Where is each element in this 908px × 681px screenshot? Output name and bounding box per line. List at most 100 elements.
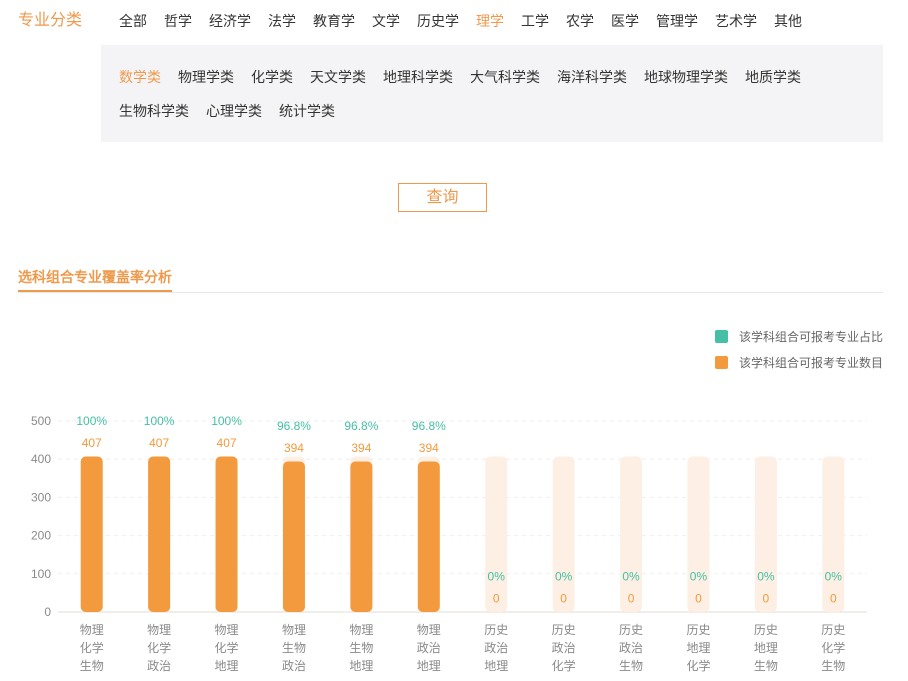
category-tab[interactable]: 农学 xyxy=(566,11,594,31)
x-tick-label: 物理 xyxy=(349,623,373,637)
x-tick-label: 物理 xyxy=(80,623,104,637)
bar-value-label: 407 xyxy=(149,436,169,450)
bar-percent-label: 100% xyxy=(76,414,107,428)
bar-value-label: 407 xyxy=(82,436,102,450)
section-title-underline xyxy=(18,290,172,292)
query-button[interactable]: 查询 xyxy=(398,183,487,212)
x-tick-label: 政治 xyxy=(552,641,576,655)
x-tick-label: 化学 xyxy=(552,658,576,673)
x-tick-label: 化学 xyxy=(215,640,239,655)
x-tick-label: 政治 xyxy=(282,659,306,673)
y-tick-label: 500 xyxy=(31,414,51,428)
legend-label-count: 该学科组合可报考专业数目 xyxy=(739,355,884,370)
legend-label-percent: 该学科组合可报考专业占比 xyxy=(739,329,884,344)
x-tick-label: 地理 xyxy=(686,641,710,655)
subcategory-tab[interactable]: 大气科学类 xyxy=(470,67,540,87)
legend-swatch-percent xyxy=(715,329,728,343)
category-tab[interactable]: 历史学 xyxy=(417,11,459,31)
x-tick-label: 生物 xyxy=(754,659,778,673)
x-tick-label: 物理 xyxy=(147,623,171,637)
coverage-bar-chart: 0100200300400500407100%物理化学生物407100%物理化学… xyxy=(31,414,867,673)
y-tick-label: 0 xyxy=(44,605,51,619)
bar-background xyxy=(552,456,575,612)
bar-value-label: 407 xyxy=(217,436,237,450)
bar-value-label: 0 xyxy=(830,592,837,606)
y-tick-label: 400 xyxy=(31,452,51,466)
x-tick-label: 物理 xyxy=(282,623,306,637)
bar-percent-label: 0% xyxy=(555,570,573,584)
category-tab[interactable]: 管理学 xyxy=(656,11,698,31)
x-tick-label: 地理 xyxy=(754,641,778,655)
bar-percent-label: 0% xyxy=(622,570,640,584)
subcategory-tab[interactable]: 地质学类 xyxy=(745,67,801,87)
bar-percent-label: 0% xyxy=(825,570,843,584)
bar-percent-label: 0% xyxy=(690,570,708,584)
bar xyxy=(148,456,171,612)
x-tick-label: 政治 xyxy=(147,659,171,673)
bar-value-label: 394 xyxy=(419,441,439,455)
category-tab[interactable]: 经济学 xyxy=(209,11,251,31)
category-tab[interactable]: 哲学 xyxy=(164,11,192,31)
bar-background xyxy=(822,456,845,612)
x-tick-label: 政治 xyxy=(619,641,643,655)
legend-swatch-count xyxy=(715,355,728,369)
bar-value-label: 394 xyxy=(351,441,371,455)
bar-value-label: 0 xyxy=(493,592,500,606)
bar-background xyxy=(620,456,643,612)
subcategory-tab[interactable]: 地理科学类 xyxy=(383,67,453,87)
legend-item-count[interactable]: 该学科组合可报考专业数目 xyxy=(715,355,884,370)
bar-percent-label: 96.8% xyxy=(412,419,446,433)
subcategory-tab[interactable]: 数学类 xyxy=(119,67,161,87)
subcategory-tab[interactable]: 物理学类 xyxy=(178,67,234,87)
bar-percent-label: 100% xyxy=(211,414,242,428)
x-tick-label: 物理 xyxy=(417,623,441,637)
bar-value-label: 0 xyxy=(628,592,635,606)
category-heading: 专业分类 xyxy=(18,12,83,29)
x-tick-label: 历史 xyxy=(754,623,778,637)
legend-item-percent[interactable]: 该学科组合可报考专业占比 xyxy=(715,329,884,344)
bar xyxy=(350,461,373,612)
x-tick-label: 化学 xyxy=(80,640,104,655)
category-tab[interactable]: 工学 xyxy=(521,11,549,31)
x-tick-label: 地理 xyxy=(349,659,373,673)
category-tab[interactable]: 艺术学 xyxy=(715,11,757,31)
x-tick-label: 生物 xyxy=(821,659,845,673)
category-tab[interactable]: 全部 xyxy=(119,11,147,31)
bar-percent-label: 96.8% xyxy=(344,419,378,433)
bar xyxy=(282,461,305,612)
x-tick-label: 历史 xyxy=(619,623,643,637)
subcategory-panel: 数学类 物理学类 化学类 天文学类 地理科学类 大气科学类 海洋科学类 地球物理学类 地质学类生… xyxy=(101,45,883,142)
section-title: 选科组合专业覆盖率分析 xyxy=(18,269,172,285)
bar-value-label: 0 xyxy=(763,592,770,606)
bar xyxy=(417,461,440,612)
x-tick-label: 化学 xyxy=(686,658,710,673)
bar xyxy=(80,456,103,612)
bar-value-label: 0 xyxy=(560,592,567,606)
category-tab[interactable]: 其他 xyxy=(774,11,802,31)
subcategory-tab[interactable]: 心理学类 xyxy=(206,101,262,121)
x-tick-label: 化学 xyxy=(821,640,845,655)
subcategory-tab[interactable]: 地球物理学类 xyxy=(644,67,728,87)
category-tab[interactable]: 医学 xyxy=(611,11,639,31)
subcategory-tab[interactable]: 化学类 xyxy=(251,67,293,87)
category-tab[interactable]: 法学 xyxy=(268,11,296,31)
subcategory-tab[interactable]: 海洋科学类 xyxy=(557,67,627,87)
bar-background xyxy=(485,456,508,612)
bar-percent-label: 0% xyxy=(757,570,775,584)
y-tick-label: 300 xyxy=(31,490,51,504)
x-tick-label: 生物 xyxy=(282,641,306,655)
x-tick-label: 历史 xyxy=(484,623,508,637)
category-tab[interactable]: 理学 xyxy=(476,11,504,31)
subcategory-tab[interactable]: 统计学类 xyxy=(279,101,335,121)
section-divider xyxy=(18,292,883,293)
category-tab[interactable]: 文学 xyxy=(372,11,400,31)
x-tick-label: 物理 xyxy=(215,623,239,637)
subcategory-tab[interactable]: 生物科学类 xyxy=(119,101,189,121)
bar-background xyxy=(687,456,710,612)
x-tick-label: 历史 xyxy=(552,623,576,637)
bar-value-label: 0 xyxy=(695,592,702,606)
subcategory-tab[interactable]: 天文学类 xyxy=(310,67,366,87)
category-tab[interactable]: 教育学 xyxy=(313,11,355,31)
bar-background xyxy=(754,456,777,612)
x-tick-label: 化学 xyxy=(147,640,171,655)
